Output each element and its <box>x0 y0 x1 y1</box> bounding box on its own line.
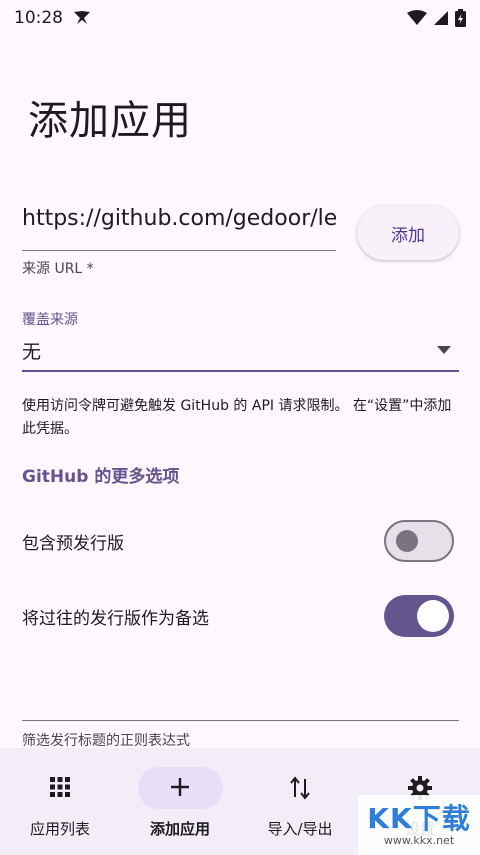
nav-label-app-list: 应用列表 <box>29 820 90 838</box>
dropdown-arrow-icon <box>437 346 451 354</box>
wifi-icon <box>407 10 427 26</box>
status-bar: 10:28 <box>0 0 480 36</box>
status-time: 10:28 <box>14 8 63 28</box>
fallback-older-label: 将过往的发行版作为备选 <box>22 608 209 629</box>
release-title-filter-label: 筛选发行标题的正则表达式 <box>22 733 190 749</box>
watermark-logo: KK下载 <box>367 801 471 835</box>
access-token-hint: 使用访问令牌可避免触发 GitHub 的 API 请求限制。 在“设置”中添加此… <box>22 398 452 437</box>
source-url-label: 来源 URL * <box>22 261 94 277</box>
watermark: KK下载 www.kkx.net <box>358 795 480 855</box>
fallback-older-row: 将过往的发行版作为备选 <box>22 594 454 638</box>
source-url-input[interactable]: https://github.com/gedoor/le <box>22 196 336 251</box>
add-button[interactable]: 添加 <box>357 206 459 260</box>
override-source-dropdown[interactable]: 无 <box>22 330 459 372</box>
plus-icon <box>168 775 192 799</box>
nav-item-app-list[interactable]: 应用列表 <box>0 748 120 855</box>
switch-knob <box>417 600 449 632</box>
github-options-heading: GitHub 的更多选项 <box>22 467 180 487</box>
override-source-label: 覆盖来源 <box>22 312 78 328</box>
include-prerelease-switch[interactable] <box>384 520 454 562</box>
page-title: 添加应用 <box>28 98 192 144</box>
include-prerelease-row: 包含预发行版 <box>22 519 454 563</box>
source-url-value: https://github.com/gedoor/le <box>22 206 336 231</box>
cell-signal-icon <box>433 10 449 26</box>
battery-charging-icon <box>455 9 466 27</box>
fallback-older-switch[interactable] <box>384 595 454 637</box>
nav-label-add-app: 添加应用 <box>149 820 210 838</box>
grid-icon <box>48 775 72 799</box>
watermark-url: www.kkx.net <box>383 833 455 847</box>
override-source-value: 无 <box>22 340 42 363</box>
nav-item-add-app[interactable]: 添加应用 <box>120 748 240 855</box>
status-icons <box>407 9 466 27</box>
notification-app-icon <box>73 10 91 26</box>
swap-vertical-icon <box>288 775 312 801</box>
include-prerelease-label: 包含预发行版 <box>22 533 124 554</box>
release-title-filter-input[interactable] <box>22 676 459 721</box>
switch-knob <box>396 530 418 552</box>
nav-item-import-export[interactable]: 导入/导出 <box>240 748 360 855</box>
nav-label-import-export: 导入/导出 <box>267 820 333 838</box>
